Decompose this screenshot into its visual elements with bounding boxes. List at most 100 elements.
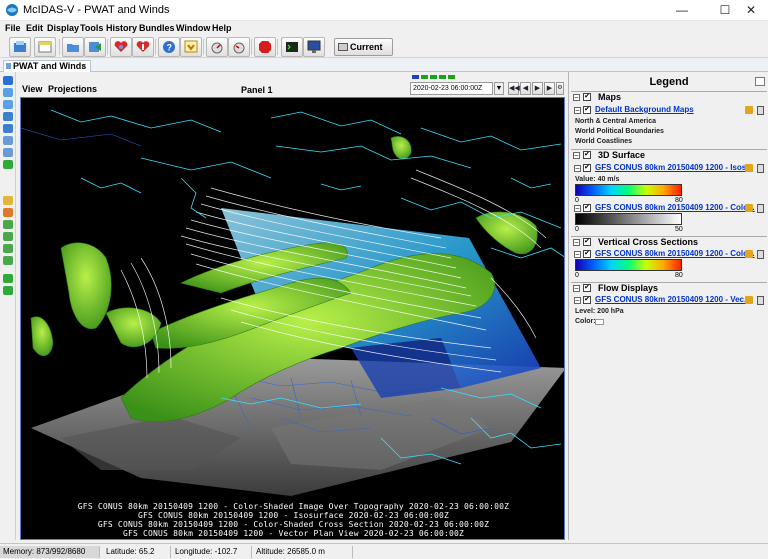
arrow-down-icon[interactable]: [3, 256, 13, 265]
time-selector[interactable]: 2020-02-23 06:00:00Z: [410, 82, 493, 95]
legend-section-flow-displays[interactable]: – ✔ Flow Displays: [571, 282, 767, 294]
float-legend-icon[interactable]: [755, 77, 765, 86]
layer-checkbox[interactable]: ✔: [583, 106, 591, 114]
collapse-icon[interactable]: –: [574, 251, 581, 258]
step-back-button[interactable]: ◀: [520, 82, 531, 95]
section-checkbox[interactable]: ✔: [583, 284, 591, 292]
animation-settings-icon[interactable]: ⚙: [556, 82, 564, 95]
arrow-left-icon[interactable]: [3, 220, 13, 229]
go-first-button[interactable]: ◀◀: [508, 82, 520, 95]
reset-display-button[interactable]: [206, 37, 228, 57]
collapse-icon[interactable]: –: [574, 297, 581, 304]
memory-status[interactable]: Memory: 873/992/8680 MB: [0, 546, 100, 558]
time-step-dot[interactable]: [448, 75, 455, 79]
layer-checkbox[interactable]: ✔: [583, 296, 591, 304]
help-button[interactable]: ?: [158, 37, 180, 57]
new-display-button[interactable]: [34, 37, 56, 57]
lock-icon[interactable]: [745, 250, 753, 258]
home-view-icon[interactable]: [3, 196, 13, 205]
flow-color-swatch[interactable]: [595, 319, 604, 325]
cancel-load-button[interactable]: [254, 37, 276, 57]
pan-tool-icon[interactable]: [3, 76, 13, 85]
layer-link[interactable]: Default Background Maps: [595, 105, 694, 114]
menu-file[interactable]: File: [5, 23, 21, 33]
menu-edit[interactable]: Edit: [26, 23, 43, 33]
rotate-icon[interactable]: [3, 160, 13, 169]
lock-icon[interactable]: [745, 164, 753, 172]
menu-help[interactable]: Help: [212, 23, 232, 33]
undo-icon[interactable]: [3, 274, 13, 283]
zoom-in-icon[interactable]: [3, 88, 13, 97]
layer-default-maps[interactable]: – ✔ Default Background Maps: [573, 105, 765, 117]
save-favorite-button[interactable]: [132, 37, 154, 57]
play-button[interactable]: ▶: [532, 82, 543, 95]
menu-bundles[interactable]: Bundles: [139, 23, 175, 33]
jython-shell-button[interactable]: [281, 37, 303, 57]
layer-checkbox[interactable]: ✔: [583, 250, 591, 258]
collapse-icon[interactable]: –: [573, 239, 580, 246]
data-explorer-button[interactable]: [9, 37, 31, 57]
close-button[interactable]: ✕: [734, 0, 768, 21]
layer-link[interactable]: GFS CONUS 80km 20150409 1200 - Colo...: [595, 203, 755, 212]
redo-icon[interactable]: [3, 286, 13, 295]
collapse-icon[interactable]: –: [574, 107, 581, 114]
layer-isosurface[interactable]: – ✔ GFS CONUS 80km 20150409 1200 - Isos.…: [573, 163, 765, 175]
minimize-button[interactable]: —: [665, 0, 699, 21]
menu-tools[interactable]: Tools: [80, 23, 103, 33]
show-support-button[interactable]: [180, 37, 202, 57]
monitor-button[interactable]: [303, 37, 325, 57]
layer-checkbox[interactable]: ✔: [583, 164, 591, 172]
trash-icon[interactable]: [757, 204, 764, 213]
trash-icon[interactable]: [757, 106, 764, 115]
time-step-dot[interactable]: [439, 75, 446, 79]
section-checkbox[interactable]: ✔: [583, 151, 591, 159]
flythrough-icon[interactable]: [3, 208, 13, 217]
current-wx-button[interactable]: Current WX: [334, 38, 393, 68]
section-checkbox[interactable]: ✔: [583, 93, 591, 101]
collapse-icon[interactable]: –: [573, 94, 580, 101]
arrow-up-icon[interactable]: [3, 244, 13, 253]
trash-icon[interactable]: [757, 250, 764, 259]
collapse-icon[interactable]: –: [573, 152, 580, 159]
close-tab-icon[interactable]: ×: [81, 61, 86, 72]
layer-link[interactable]: GFS CONUS 80km 20150409 1200 - Vec...: [595, 295, 751, 304]
view-top-icon[interactable]: [3, 112, 13, 121]
arrow-right-icon[interactable]: [3, 232, 13, 241]
layer-link[interactable]: GFS CONUS 80km 20150409 1200 - Isos...: [595, 163, 753, 172]
trash-icon[interactable]: [757, 296, 764, 305]
menu-history[interactable]: History: [106, 23, 137, 33]
menu-window[interactable]: Window: [176, 23, 210, 33]
collapse-icon[interactable]: –: [573, 285, 580, 292]
layer-link[interactable]: GFS CONUS 80km 20150409 1200 - Colo...: [595, 249, 755, 258]
time-dropdown-arrow[interactable]: ▼: [494, 82, 504, 95]
legend-section-cross-sections[interactable]: – ✔ Vertical Cross Sections: [571, 236, 767, 248]
time-step-dot[interactable]: [412, 75, 419, 79]
step-forward-button[interactable]: ▶: [544, 82, 555, 95]
view-menu[interactable]: View: [22, 84, 42, 94]
projections-menu[interactable]: Projections: [48, 84, 97, 94]
legend-section-maps[interactable]: – ✔ Maps: [571, 91, 767, 103]
trash-icon[interactable]: [757, 164, 764, 173]
time-step-dot[interactable]: [430, 75, 437, 79]
memory-gauge-button[interactable]: [228, 37, 250, 57]
save-bundle-button[interactable]: [84, 37, 106, 57]
collapse-icon[interactable]: –: [574, 205, 581, 212]
tab-pwat-and-winds[interactable]: PWAT and Winds ×: [3, 60, 91, 72]
section-checkbox[interactable]: ✔: [583, 238, 591, 246]
3d-viewport[interactable]: GFS CONUS 80km 20150409 1200 - Color-Sha…: [20, 97, 565, 540]
open-bundle-button[interactable]: [62, 37, 84, 57]
layer-vector-plan-view[interactable]: – ✔ GFS CONUS 80km 20150409 1200 - Vec..…: [573, 295, 765, 307]
time-step-dot[interactable]: [421, 75, 428, 79]
lock-icon[interactable]: [745, 204, 753, 212]
collapse-icon[interactable]: –: [574, 165, 581, 172]
favorite-bundles-button[interactable]: [110, 37, 132, 57]
view-south-icon[interactable]: [3, 148, 13, 157]
lock-icon[interactable]: [745, 106, 753, 114]
lock-icon[interactable]: [745, 296, 753, 304]
layer-checkbox[interactable]: ✔: [583, 204, 591, 212]
legend-section-3d-surface[interactable]: – ✔ 3D Surface: [571, 149, 767, 161]
view-north-icon[interactable]: [3, 136, 13, 145]
zoom-out-icon[interactable]: [3, 100, 13, 109]
menu-display[interactable]: Display: [47, 23, 79, 33]
view-bottom-icon[interactable]: [3, 124, 13, 133]
